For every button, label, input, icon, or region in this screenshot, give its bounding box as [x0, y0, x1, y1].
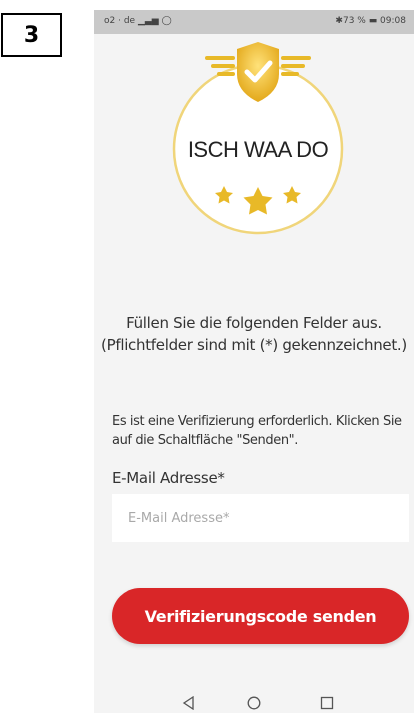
status-bar: o2 · de ▁▃▅ ◯ ✱73 % ▬ 09:08: [94, 10, 414, 34]
wing-right-icon: [281, 56, 311, 76]
figure-number-label: 3: [1, 13, 62, 57]
instructions-line-1: Füllen Sie die folgenden Felder aus.: [126, 314, 382, 332]
form-instructions: Füllen Sie die folgenden Felder aus. (Pf…: [100, 312, 408, 356]
status-left: o2 · de ▁▃▅ ◯: [104, 16, 172, 26]
badge-text: ISCH WAA DO: [188, 137, 329, 162]
send-verification-code-button[interactable]: Verifizierungscode senden: [112, 588, 409, 644]
carrier-text: o2 · de: [104, 16, 136, 26]
recents-square-icon[interactable]: [316, 692, 338, 713]
phone-screen: o2 · de ▁▃▅ ◯ ✱73 % ▬ 09:08 ISCH WAA DO: [94, 10, 414, 713]
isch-waa-do-badge: ISCH WAA DO: [172, 42, 344, 235]
wing-left-icon: [205, 56, 235, 76]
status-right: ✱73 % ▬ 09:08: [335, 16, 406, 26]
verification-note: Es ist eine Verifizierung erforderlich. …: [112, 414, 402, 448]
email-label: E-Mail Adresse*: [112, 469, 225, 487]
signal-icon: ▁▃▅: [137, 16, 159, 26]
instructions-line-2: (Pflichtfelder sind mit (*) gekennzeichn…: [101, 336, 407, 354]
whatsapp-icon: ◯: [161, 16, 172, 26]
back-triangle-icon[interactable]: [178, 692, 200, 713]
email-input[interactable]: [112, 494, 409, 542]
home-circle-icon[interactable]: [243, 692, 265, 713]
android-navigation-bar: [94, 688, 414, 713]
